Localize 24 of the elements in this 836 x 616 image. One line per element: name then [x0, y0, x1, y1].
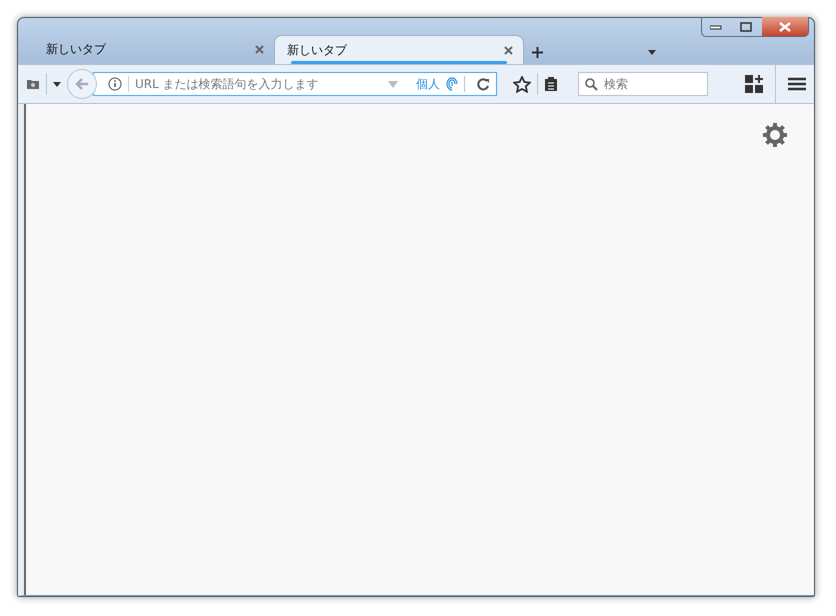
- tab[interactable]: 新しいタブ: [274, 35, 524, 64]
- reload-icon[interactable]: [477, 78, 490, 90]
- dropdown-arrow-icon[interactable]: [648, 50, 656, 55]
- tab[interactable]: 新しいタブ: [24, 35, 274, 64]
- new-tab-icon[interactable]: [532, 47, 543, 58]
- folder-icon[interactable]: [26, 78, 40, 90]
- maximize-icon: [740, 22, 752, 32]
- close-icon: [779, 22, 791, 32]
- tab-close-icon[interactable]: [255, 45, 264, 54]
- close-button[interactable]: [762, 17, 808, 36]
- search-bar[interactable]: 検索: [578, 72, 708, 96]
- info-icon[interactable]: [108, 77, 122, 91]
- private-label: 個人: [416, 76, 440, 92]
- library-icon[interactable]: [745, 75, 763, 93]
- menu-icon[interactable]: [788, 77, 806, 91]
- star-icon[interactable]: [513, 76, 531, 92]
- search-icon: [585, 78, 598, 90]
- tab-close-icon[interactable]: [504, 46, 513, 54]
- clipboard-icon[interactable]: [544, 76, 558, 92]
- fingerprint-icon: [446, 77, 458, 91]
- minimize-icon: [710, 24, 722, 30]
- back-arrow-icon: [75, 78, 89, 90]
- dropdown-arrow-icon[interactable]: [53, 82, 61, 86]
- settings-icon[interactable]: [762, 122, 788, 148]
